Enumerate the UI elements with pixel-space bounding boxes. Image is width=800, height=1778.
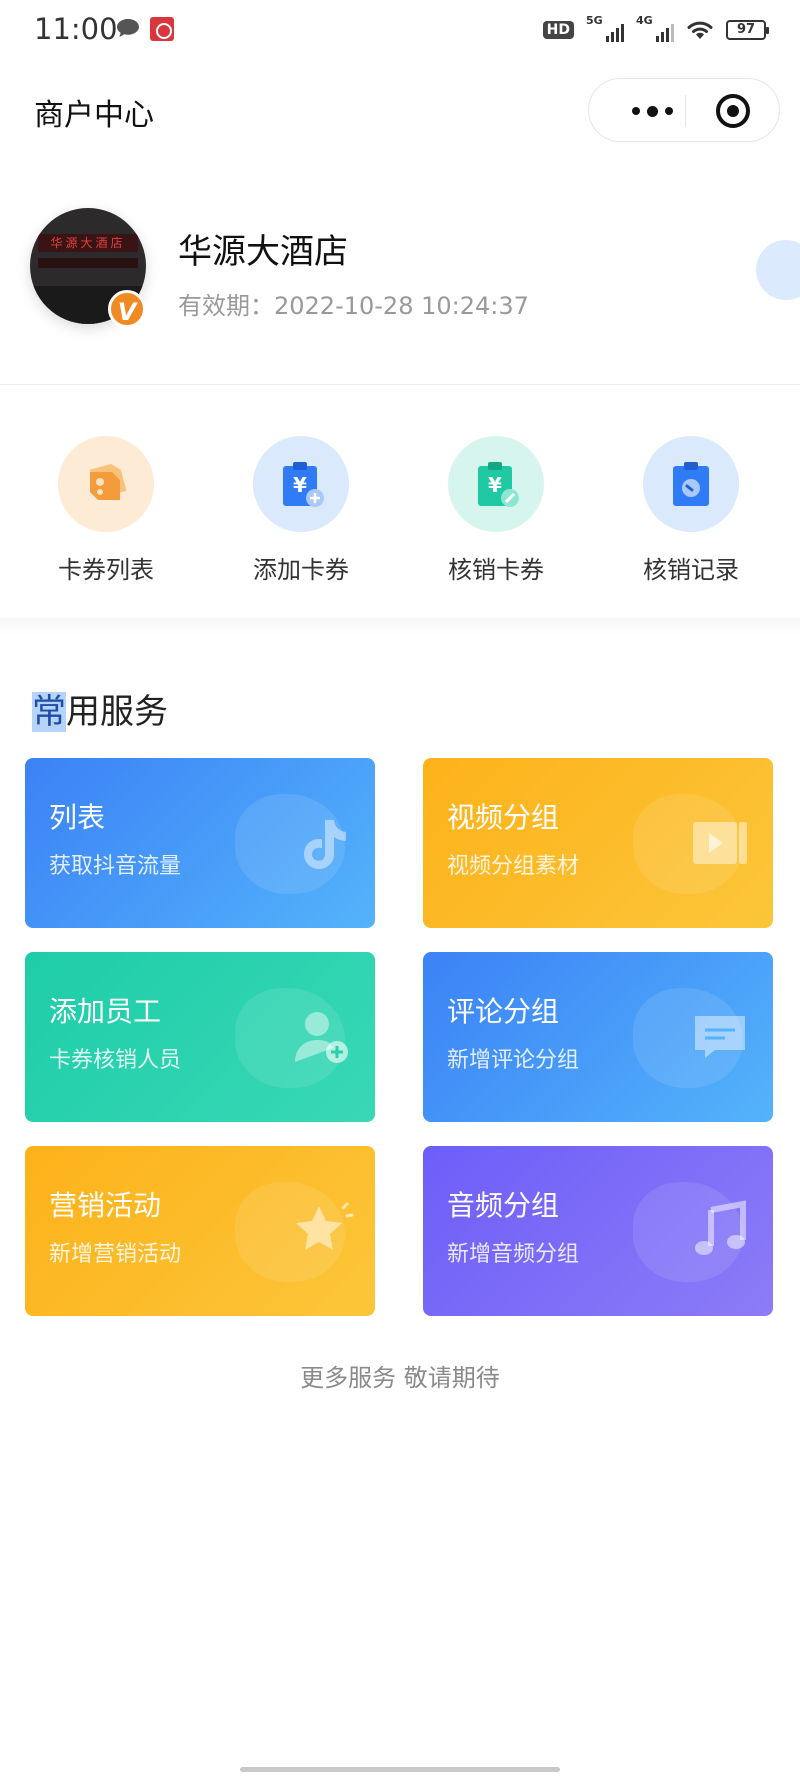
- quick-action-add-coupon[interactable]: ¥ 添加卡券: [221, 430, 381, 590]
- quick-action-label: 核销记录: [643, 556, 739, 584]
- service-card-marketing[interactable]: 营销活动 新增营销活动: [25, 1146, 375, 1316]
- card-subtitle: 新增音频分组: [447, 1242, 580, 1267]
- card-subtitle: 视频分组素材: [447, 854, 580, 879]
- verified-badge: V: [108, 290, 146, 328]
- target-close-icon[interactable]: [716, 94, 750, 128]
- card-title: 视频分组: [447, 801, 560, 834]
- page-title: 商户中心: [34, 98, 154, 133]
- card-subtitle: 卡券核销人员: [49, 1048, 182, 1073]
- status-indicators: HD 5G 4G 97: [542, 14, 769, 44]
- card-title: 评论分组: [447, 995, 560, 1028]
- card-title: 音频分组: [447, 1189, 560, 1222]
- quick-action-label: 核销卡券: [448, 556, 544, 584]
- redeem-record-icon: [643, 436, 739, 532]
- status-bar: 11:00 HD 5G 4G 97: [0, 0, 800, 62]
- add-staff-icon: [295, 1012, 348, 1063]
- video-icon: [693, 822, 747, 864]
- redeem-coupon-icon: ¥: [448, 436, 544, 532]
- tiktok-icon: [304, 820, 346, 869]
- card-title: 添加员工: [49, 995, 162, 1028]
- service-card-video-group[interactable]: 视频分组 视频分组素材: [423, 758, 773, 928]
- signal-5g-icon: 5G: [586, 14, 624, 42]
- card-subtitle: 新增营销活动: [49, 1242, 182, 1267]
- footer-note: 更多服务 敬请期待: [300, 1364, 500, 1392]
- app-notification-icon: [150, 17, 174, 41]
- music-icon: [695, 1200, 746, 1255]
- wifi-icon: [687, 21, 713, 39]
- quick-action-redeem-coupon[interactable]: ¥ 核销卡券: [416, 430, 576, 590]
- quick-action-redeem-record[interactable]: 核销记录: [611, 430, 771, 590]
- section-separator: [0, 618, 800, 636]
- mini-program-nav-bar: 商户中心: [0, 62, 800, 160]
- section-title-common-services: 常用服务: [32, 692, 168, 732]
- merchant-name: 华源大酒店: [178, 232, 348, 272]
- star-icon: [296, 1202, 354, 1250]
- merchant-profile: 华源大酒店 V 华源大酒店 有效期：2022-10-28 10:24:37: [0, 190, 800, 380]
- capsule-divider: [685, 95, 686, 127]
- quick-action-label: 卡券列表: [58, 556, 154, 584]
- divider: [0, 384, 800, 385]
- home-indicator[interactable]: [240, 1767, 560, 1772]
- validity-date: 有效期：2022-10-28 10:24:37: [178, 292, 529, 320]
- quick-actions: 卡券列表 ¥ 添加卡券 ¥ 核销卡券 核销记录: [0, 430, 800, 590]
- chat-bubble-icon: [117, 19, 139, 37]
- card-subtitle: 新增评论分组: [447, 1048, 580, 1073]
- svg-text:¥: ¥: [293, 473, 307, 497]
- quick-action-coupon-list[interactable]: 卡券列表: [26, 430, 186, 590]
- battery-indicator: 97: [726, 20, 769, 40]
- status-time: 11:00: [34, 12, 118, 46]
- service-card-audio-group[interactable]: 音频分组 新增音频分组: [423, 1146, 773, 1316]
- floating-button[interactable]: [756, 240, 800, 300]
- comment-icon: [695, 1016, 745, 1058]
- coupon-tags-icon: [58, 436, 154, 532]
- card-title: 营销活动: [49, 1189, 162, 1222]
- quick-action-label: 添加卡券: [253, 556, 349, 584]
- avatar-sign-text: 华源大酒店: [38, 234, 138, 252]
- hd-badge: HD: [542, 21, 574, 39]
- service-card-add-staff[interactable]: 添加员工 卡券核销人员: [25, 952, 375, 1122]
- service-card-list[interactable]: 列表 获取抖音流量: [25, 758, 375, 928]
- capsule-menu: [588, 78, 780, 142]
- card-subtitle: 获取抖音流量: [49, 854, 182, 879]
- svg-text:¥: ¥: [488, 473, 502, 497]
- signal-4g-icon: 4G: [636, 14, 674, 42]
- add-coupon-icon: ¥: [253, 436, 349, 532]
- more-dots-icon[interactable]: [617, 79, 687, 143]
- service-card-comment-group[interactable]: 评论分组 新增评论分组: [423, 952, 773, 1122]
- card-title: 列表: [49, 801, 106, 834]
